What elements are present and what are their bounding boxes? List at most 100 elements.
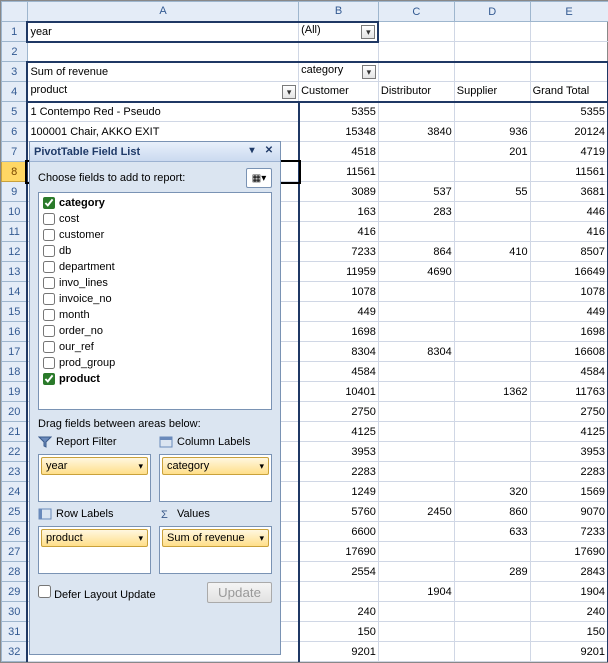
- field-item-department[interactable]: department: [41, 259, 269, 275]
- row-header[interactable]: 7: [2, 142, 28, 162]
- data-cell[interactable]: 20124: [530, 122, 608, 142]
- data-cell[interactable]: [378, 442, 454, 462]
- pill-category[interactable]: category▾: [162, 457, 269, 475]
- data-cell[interactable]: [378, 382, 454, 402]
- cell[interactable]: [27, 42, 298, 62]
- field-item-month[interactable]: month: [41, 307, 269, 323]
- data-cell[interactable]: 449: [530, 302, 608, 322]
- data-cell[interactable]: [454, 622, 530, 642]
- data-cell[interactable]: [454, 362, 530, 382]
- data-cell[interactable]: 6600: [299, 522, 379, 542]
- data-cell[interactable]: [378, 102, 454, 122]
- field-item-order_no[interactable]: order_no: [41, 323, 269, 339]
- row-header[interactable]: 20: [2, 402, 28, 422]
- field-item-product[interactable]: product: [41, 371, 269, 387]
- area-filter-box[interactable]: year▾: [38, 454, 151, 502]
- data-cell[interactable]: [454, 302, 530, 322]
- data-cell[interactable]: 1249: [299, 482, 379, 502]
- row-header[interactable]: 26: [2, 522, 28, 542]
- row-header[interactable]: 30: [2, 602, 28, 622]
- row-header[interactable]: 4: [2, 82, 28, 102]
- col-header-C[interactable]: C: [378, 2, 454, 22]
- data-cell[interactable]: [378, 622, 454, 642]
- data-cell[interactable]: 446: [530, 202, 608, 222]
- data-cell[interactable]: [454, 262, 530, 282]
- data-cell[interactable]: [378, 222, 454, 242]
- pill-sumrevenue[interactable]: Sum of revenue▾: [162, 529, 269, 547]
- data-cell[interactable]: 5355: [530, 102, 608, 122]
- field-item-customer[interactable]: customer: [41, 227, 269, 243]
- row-header[interactable]: 25: [2, 502, 28, 522]
- colfield-dropdown-icon[interactable]: [362, 65, 376, 79]
- data-cell[interactable]: 1904: [530, 582, 608, 602]
- area-columns-box[interactable]: category▾: [159, 454, 272, 502]
- field-checkbox[interactable]: [43, 261, 55, 273]
- data-cell[interactable]: 4584: [530, 362, 608, 382]
- col-header-D[interactable]: D: [454, 2, 530, 22]
- data-cell[interactable]: 150: [530, 622, 608, 642]
- area-rows-box[interactable]: product▾: [38, 526, 151, 574]
- row-header[interactable]: 11: [2, 222, 28, 242]
- field-list[interactable]: categorycostcustomerdbdepartmentinvo_lin…: [38, 192, 272, 410]
- row-header[interactable]: 23: [2, 462, 28, 482]
- row-header[interactable]: 5: [2, 102, 28, 122]
- col-header-A[interactable]: A: [27, 2, 298, 22]
- data-cell[interactable]: 15348: [299, 122, 379, 142]
- pane-menu-icon[interactable]: ▾: [245, 145, 259, 159]
- area-values-box[interactable]: Sum of revenue▾: [159, 526, 272, 574]
- data-cell[interactable]: [378, 522, 454, 542]
- data-cell[interactable]: [454, 542, 530, 562]
- field-item-category[interactable]: category: [41, 195, 269, 211]
- data-cell[interactable]: 11561: [299, 162, 379, 182]
- colfield-label[interactable]: category: [299, 62, 379, 82]
- data-cell[interactable]: 3089: [299, 182, 379, 202]
- data-cell[interactable]: 240: [299, 602, 379, 622]
- data-cell[interactable]: [454, 202, 530, 222]
- col-header-E[interactable]: E: [530, 2, 608, 22]
- data-cell[interactable]: 2843: [530, 562, 608, 582]
- field-checkbox[interactable]: [43, 357, 55, 369]
- row-header[interactable]: 28: [2, 562, 28, 582]
- data-cell[interactable]: 633: [454, 522, 530, 542]
- row-header[interactable]: 6: [2, 122, 28, 142]
- cell[interactable]: [454, 42, 530, 62]
- data-cell[interactable]: 4584: [299, 362, 379, 382]
- data-cell[interactable]: 2750: [299, 402, 379, 422]
- data-cell[interactable]: 4125: [530, 422, 608, 442]
- data-cell[interactable]: 55: [454, 182, 530, 202]
- row-header[interactable]: 27: [2, 542, 28, 562]
- data-cell[interactable]: [454, 422, 530, 442]
- data-cell[interactable]: 410: [454, 242, 530, 262]
- row-header[interactable]: 2: [2, 42, 28, 62]
- defer-checkbox[interactable]: Defer Layout Update: [38, 585, 156, 601]
- row-header[interactable]: 13: [2, 262, 28, 282]
- row-header[interactable]: 9: [2, 182, 28, 202]
- data-cell[interactable]: 5760: [299, 502, 379, 522]
- data-cell[interactable]: 11959: [299, 262, 379, 282]
- data-cell[interactable]: [378, 642, 454, 662]
- data-cell[interactable]: [378, 602, 454, 622]
- row-header[interactable]: 15: [2, 302, 28, 322]
- data-cell[interactable]: [454, 222, 530, 242]
- field-checkbox[interactable]: [43, 213, 55, 225]
- data-cell[interactable]: 3681: [530, 182, 608, 202]
- data-cell[interactable]: [378, 402, 454, 422]
- data-cell[interactable]: [454, 402, 530, 422]
- data-cell[interactable]: 1904: [378, 582, 454, 602]
- data-cell[interactable]: 201: [454, 142, 530, 162]
- data-cell[interactable]: 1698: [530, 322, 608, 342]
- col-supplier[interactable]: Supplier: [454, 82, 530, 102]
- field-item-cost[interactable]: cost: [41, 211, 269, 227]
- product-cell[interactable]: 1 Contempo Red - Pseudo: [27, 102, 298, 122]
- update-button[interactable]: Update: [207, 582, 272, 603]
- data-cell[interactable]: 4719: [530, 142, 608, 162]
- data-cell[interactable]: [299, 582, 379, 602]
- pill-product[interactable]: product▾: [41, 529, 148, 547]
- data-cell[interactable]: 17690: [299, 542, 379, 562]
- data-cell[interactable]: 11763: [530, 382, 608, 402]
- data-cell[interactable]: 289: [454, 562, 530, 582]
- data-cell[interactable]: [454, 282, 530, 302]
- data-cell[interactable]: 3840: [378, 122, 454, 142]
- data-cell[interactable]: [378, 282, 454, 302]
- data-cell[interactable]: 16608: [530, 342, 608, 362]
